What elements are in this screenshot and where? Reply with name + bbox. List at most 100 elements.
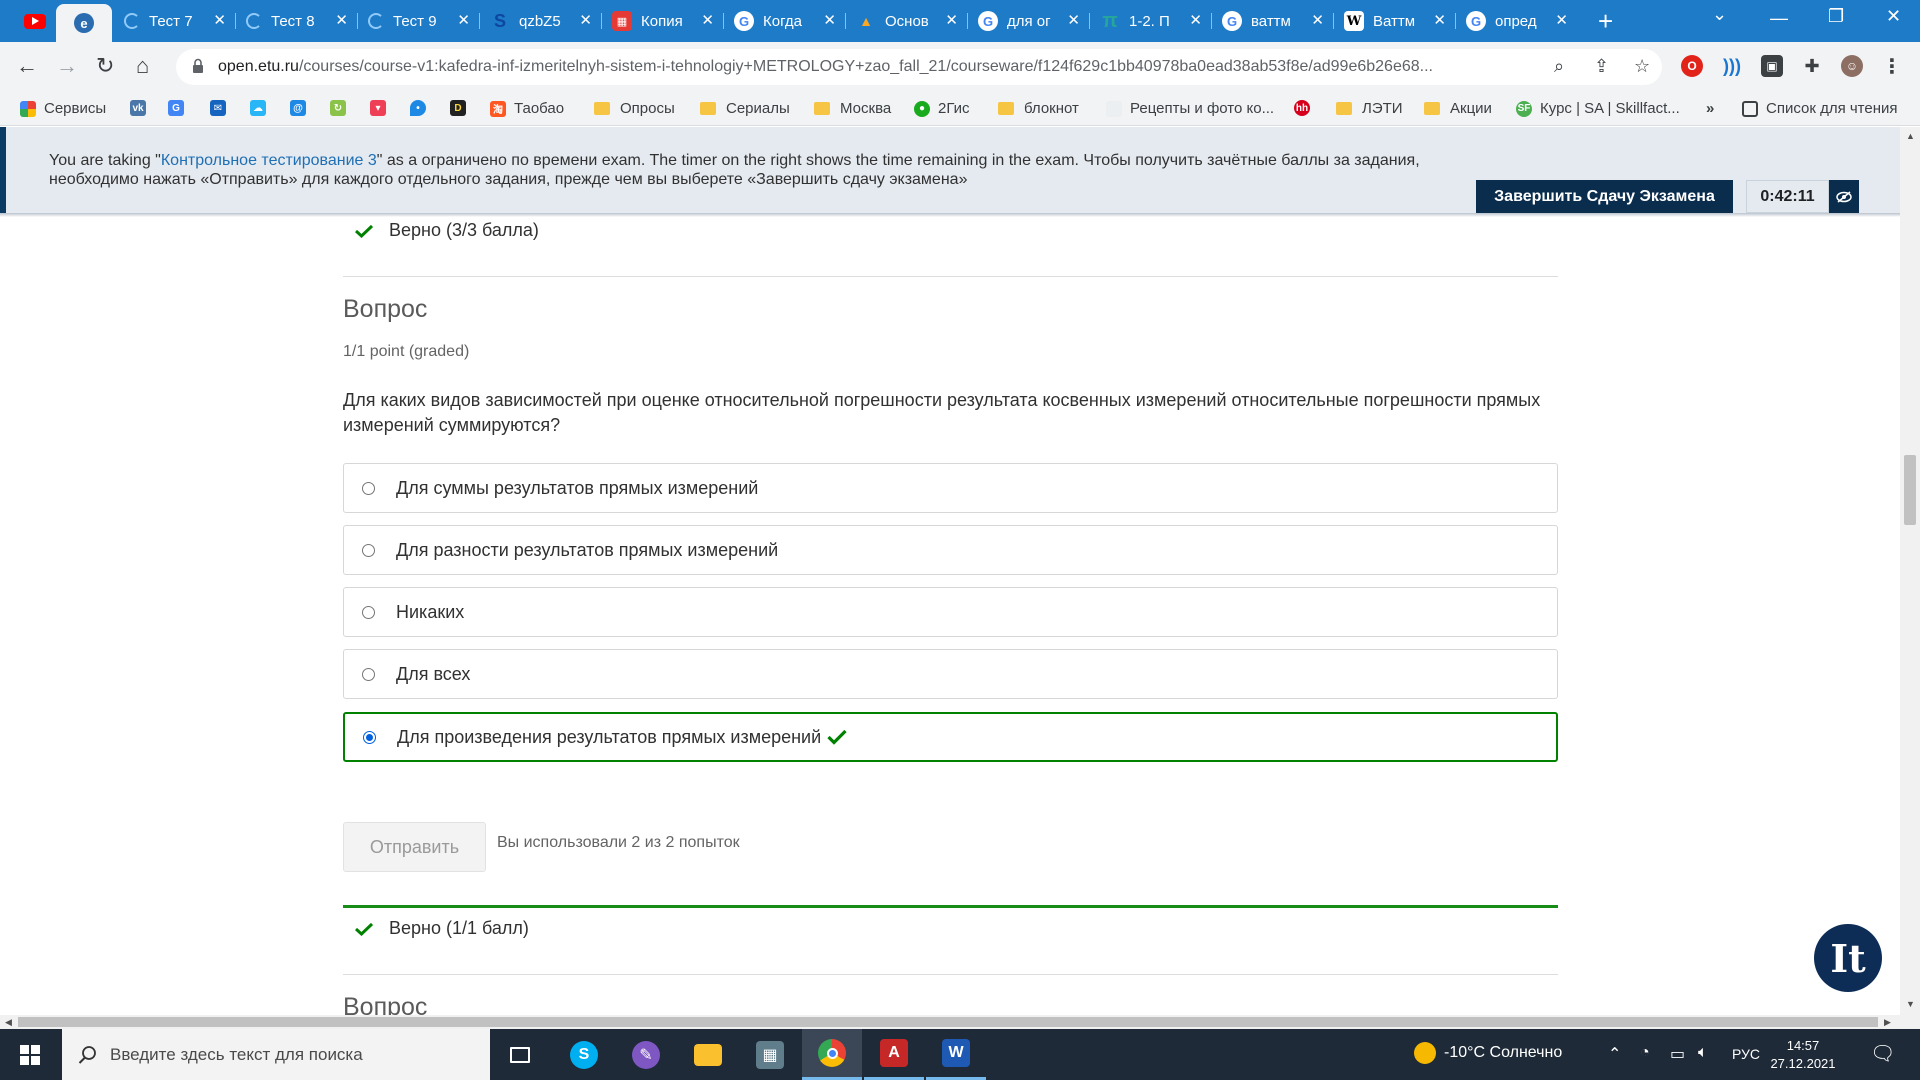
scroll-down-icon[interactable]: ▼ <box>1906 999 1915 1009</box>
tab-opred[interactable]: G опред ✕ <box>1456 6 1578 36</box>
bookmark-mail[interactable]: ✉ <box>210 100 234 116</box>
scroll-left-icon[interactable]: ◀ <box>5 1017 12 1028</box>
close-icon[interactable]: ✕ <box>1433 11 1446 29</box>
bookmark-star-icon[interactable]: ☆ <box>1634 56 1650 77</box>
taskbar-skype[interactable]: S <box>554 1029 614 1080</box>
close-icon[interactable]: ✕ <box>213 11 226 29</box>
bookmark-translate[interactable]: G <box>168 100 192 116</box>
audio-extension-icon[interactable]: ))) <box>1721 55 1743 77</box>
vertical-scrollbar[interactable]: ▲ ▼ <box>1900 127 1920 1015</box>
volume-icon[interactable]: 🔈︎ <box>1698 1044 1708 1062</box>
close-icon[interactable]: ✕ <box>1067 11 1080 29</box>
tab-vattm-wiki[interactable]: W Ваттм ✕ <box>1334 6 1456 36</box>
tab-osnov[interactable]: ▲ Основ ✕ <box>846 6 968 36</box>
bookmark-skillfactory[interactable]: SF Курс | SA | Skillfact... <box>1516 100 1680 117</box>
answer-option-4[interactable]: Для всех <box>343 649 1558 699</box>
show-hidden-icons[interactable]: ⌃ <box>1608 1044 1621 1064</box>
bookmark-leti[interactable]: ЛЭТИ <box>1336 100 1403 117</box>
tab-kogda[interactable]: G Когда ✕ <box>724 6 846 36</box>
new-tab-button[interactable]: + <box>1598 6 1613 36</box>
windows-start-icon[interactable] <box>20 1045 40 1065</box>
bookmark-moskva[interactable]: Москва <box>814 100 891 117</box>
close-icon[interactable]: ✕ <box>701 11 714 29</box>
taskbar-explorer[interactable] <box>678 1029 738 1080</box>
language-indicator[interactable]: РУС <box>1732 1046 1760 1062</box>
address-bar[interactable]: open.etu.ru/courses/course-v1:kafedra-in… <box>176 49 1662 85</box>
bookmark-serialy[interactable]: Сериалы <box>700 100 790 117</box>
avatar[interactable]: ☺ <box>1841 55 1863 77</box>
menu-kebab-icon[interactable]: ⋮ <box>1881 55 1903 78</box>
bookmark-recepty[interactable]: Рецепты и фото ко... <box>1106 100 1274 117</box>
bookmark-d[interactable]: D <box>450 100 474 116</box>
bookmark-drop[interactable]: • <box>410 100 434 116</box>
bookmark-pocket[interactable]: ▾ <box>370 100 394 116</box>
bookmark-cloud[interactable]: ☁ <box>250 100 274 116</box>
reload-button[interactable]: ↻ <box>96 54 114 78</box>
tab-kopiya[interactable]: ▦ Копия ✕ <box>602 6 724 36</box>
task-view-button[interactable] <box>490 1029 550 1080</box>
close-icon[interactable]: ✕ <box>945 11 958 29</box>
help-chat-button[interactable]: It <box>1814 924 1882 992</box>
bookmark-taobao[interactable]: 淘 Таобао <box>490 100 564 117</box>
taskbar-acrobat[interactable]: A <box>864 1029 924 1080</box>
taskbar-word[interactable]: W <box>926 1029 986 1080</box>
network-icon[interactable]: ◔ <box>1640 1044 1650 1062</box>
submit-button[interactable]: Отправить <box>343 822 486 872</box>
vertical-scroll-thumb[interactable] <box>1904 455 1916 525</box>
radio-button[interactable] <box>362 667 375 681</box>
more-bookmarks-button[interactable]: » <box>1706 100 1714 117</box>
restore-button[interactable]: ❐ <box>1828 6 1844 27</box>
close-icon[interactable]: ✕ <box>335 11 348 29</box>
taskbar-search[interactable]: Введите здесь текст для поиска <box>62 1029 490 1080</box>
tab-test-9[interactable]: Тест 9 ✕ <box>358 6 480 36</box>
close-window-button[interactable]: ✕ <box>1886 6 1901 27</box>
bookmark-at[interactable]: @ <box>290 100 314 116</box>
bookmark-sync[interactable]: ↻ <box>330 100 354 116</box>
bookmark-oprosy[interactable]: Опросы <box>594 100 675 117</box>
answer-option-2[interactable]: Для разности результатов прямых измерени… <box>343 525 1558 575</box>
minimize-button[interactable]: — <box>1770 8 1788 29</box>
close-icon[interactable]: ✕ <box>1189 11 1202 29</box>
tab-test-7[interactable]: Тест 7 ✕ <box>114 6 236 36</box>
tab-1-2-p[interactable]: π 1-2. П ✕ <box>1090 6 1212 36</box>
bookmark-vk[interactable]: vk <box>130 100 154 116</box>
close-icon[interactable]: ✕ <box>457 11 470 29</box>
share-icon[interactable]: ⇪ <box>1594 56 1609 77</box>
horizontal-scroll-thumb[interactable] <box>18 1017 1878 1027</box>
taskbar-calculator[interactable]: ▦ <box>740 1029 800 1080</box>
extensions-puzzle-icon[interactable]: ✚ <box>1801 55 1823 77</box>
tab-dlya-og[interactable]: G для ог ✕ <box>968 6 1090 36</box>
system-clock[interactable]: 14:57 27.12.2021 <box>1768 1037 1838 1073</box>
opera-extension-icon[interactable]: O <box>1681 55 1703 77</box>
radio-button[interactable] <box>362 481 375 495</box>
reading-list-button[interactable]: Список для чтения <box>1742 100 1898 117</box>
taskbar-paint[interactable]: ✎ <box>616 1029 676 1080</box>
tab-test-8[interactable]: Тест 8 ✕ <box>236 6 358 36</box>
hide-timer-button[interactable] <box>1829 180 1859 213</box>
bookmark-bloknot[interactable]: блокнот <box>998 100 1079 117</box>
answer-option-3[interactable]: Никаких <box>343 587 1558 637</box>
bookmark-akcii[interactable]: Акции <box>1424 100 1492 117</box>
notifications-icon[interactable]: 🗨︎ <box>1870 1041 1895 1066</box>
tab-qzbz5[interactable]: S qzbZ5 ✕ <box>480 6 602 36</box>
tab-active[interactable]: e <box>56 4 112 42</box>
end-exam-button[interactable]: Завершить Сдачу Экзамена <box>1476 180 1733 213</box>
box-extension-icon[interactable]: ▣ <box>1761 55 1783 77</box>
answer-option-5-selected[interactable]: Для произведения результатов прямых изме… <box>343 712 1558 762</box>
tab-vattm-1[interactable]: G ваттм ✕ <box>1212 6 1334 36</box>
zoom-icon[interactable]: ⌕ <box>1554 56 1564 77</box>
close-icon[interactable]: ✕ <box>823 11 836 29</box>
radio-button[interactable] <box>362 543 375 557</box>
tab-search-icon[interactable]: ⌄ <box>1712 4 1727 25</box>
exam-name-link[interactable]: Контрольное тестирование 3 <box>161 152 377 169</box>
battery-icon[interactable]: ▭ <box>1670 1044 1685 1064</box>
forward-button[interactable]: → <box>56 54 78 78</box>
back-button[interactable]: ← <box>16 54 38 78</box>
close-icon[interactable]: ✕ <box>579 11 592 29</box>
home-button[interactable]: ⌂ <box>136 54 149 78</box>
bookmark-services[interactable]: Сервисы <box>20 100 106 117</box>
radio-button[interactable] <box>362 605 375 619</box>
scroll-up-icon[interactable]: ▲ <box>1906 131 1915 141</box>
answer-option-1[interactable]: Для суммы результатов прямых измерений <box>343 463 1558 513</box>
bookmark-hh[interactable]: hh <box>1294 100 1318 116</box>
